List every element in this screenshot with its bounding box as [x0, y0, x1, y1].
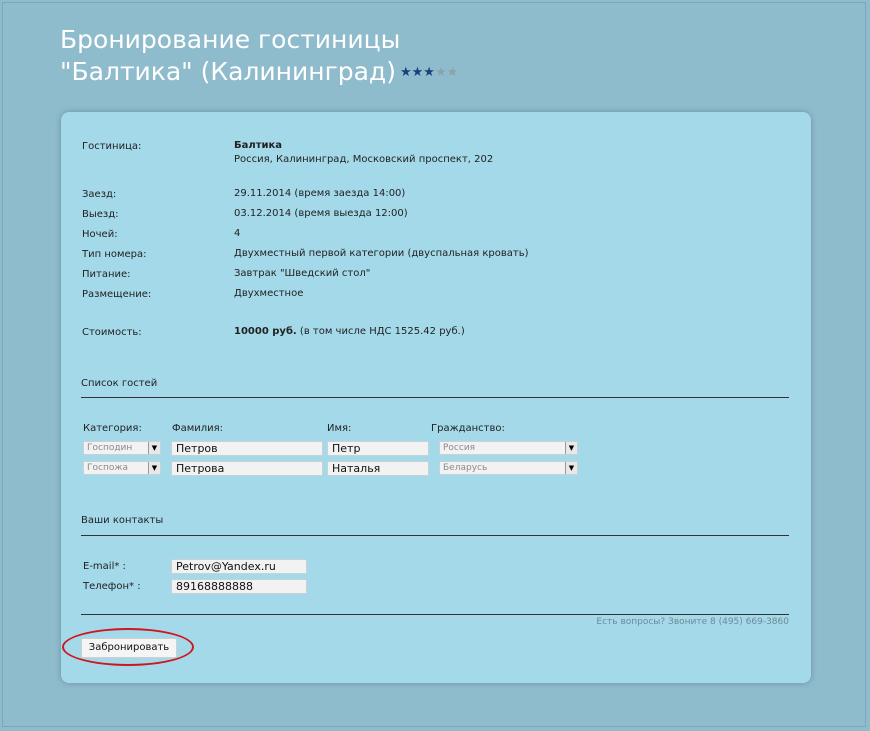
- star-icon: ★: [434, 65, 447, 80]
- meal-value: Завтрак "Шведский стол": [234, 268, 371, 279]
- guest-1-name-input[interactable]: Петр: [327, 441, 429, 456]
- phone-label: Телефон* :: [83, 581, 141, 592]
- dropdown-arrow-icon: ▼: [565, 442, 577, 454]
- guest-1-category-select[interactable]: Господин ▼: [83, 441, 161, 455]
- guest-1-surname-input[interactable]: Петров: [171, 441, 323, 456]
- checkout-value: 03.12.2014 (время выезда 12:00): [234, 208, 408, 219]
- room-label: Тип номера:: [82, 249, 147, 260]
- dropdown-arrow-icon: ▼: [148, 462, 160, 474]
- hotel-address: Россия, Калининград, Московский проспект…: [234, 154, 494, 165]
- placement-label: Размещение:: [82, 289, 152, 300]
- guest-2-name-input[interactable]: Наталья: [327, 461, 429, 476]
- guest-1-citizenship-select[interactable]: Россия ▼: [439, 441, 578, 455]
- email-input[interactable]: Petrov@Yandex.ru: [171, 559, 307, 574]
- phone-input[interactable]: 89168888888: [171, 579, 307, 594]
- footer-divider: [81, 614, 789, 615]
- guest-col-category: Категория:: [83, 423, 142, 434]
- guest-2-surname-input[interactable]: Петрова: [171, 461, 323, 476]
- star-icon: ★: [446, 65, 459, 80]
- guest-col-name: Имя:: [327, 423, 352, 434]
- price-note: (в том числе НДС 1525.42 руб.): [299, 326, 465, 337]
- hotel-rating: ★★★★★: [400, 65, 458, 80]
- meal-label: Питание:: [82, 269, 131, 280]
- price-amount: 10000 руб.: [234, 326, 297, 337]
- book-button[interactable]: Забронировать: [81, 638, 177, 658]
- page-title-line-1: Бронирование гостиницы: [60, 25, 401, 54]
- contacts-section-title: Ваши контакты: [81, 515, 164, 526]
- nights-value: 4: [234, 228, 241, 239]
- guest-2-category-select[interactable]: Госпожа ▼: [83, 461, 161, 475]
- guest-col-citizenship: Гражданство:: [431, 423, 505, 434]
- price-label: Стоимость:: [82, 327, 142, 338]
- dropdown-arrow-icon: ▼: [565, 462, 577, 474]
- checkin-value: 29.11.2014 (время заезда 14:00): [234, 188, 406, 199]
- guests-section-title: Список гостей: [81, 378, 158, 389]
- guest-col-surname: Фамилия:: [172, 423, 224, 434]
- star-icon: ★: [423, 65, 435, 80]
- hotel-name: Балтика: [234, 140, 283, 151]
- page-title: Бронирование гостиницы "Балтика" (Калини…: [60, 24, 458, 89]
- placement-value: Двухместное: [234, 288, 304, 299]
- nights-label: Ночей:: [82, 229, 118, 240]
- room-value: Двухместный первой категории (двуспальна…: [234, 248, 529, 259]
- star-icon: ★: [411, 65, 424, 80]
- hotel-label: Гостиница:: [82, 141, 142, 152]
- price-value: 10000 руб. (в том числе НДС 1525.42 руб.…: [234, 326, 465, 337]
- page-title-line-2: "Балтика" (Калининград) ★★★★★: [60, 56, 458, 89]
- checkout-label: Выезд:: [82, 209, 119, 220]
- email-label: E-mail* :: [83, 561, 126, 572]
- dropdown-arrow-icon: ▼: [148, 442, 160, 454]
- contacts-divider: [81, 535, 789, 536]
- booking-panel: Гостиница: Балтика Россия, Калининград, …: [61, 112, 811, 683]
- checkin-label: Заезд:: [82, 189, 117, 200]
- guests-divider: [81, 397, 789, 398]
- star-icon: ★: [399, 65, 412, 80]
- contact-hint: Есть вопросы? Звоните 8 (495) 669-3860: [596, 617, 789, 627]
- guest-2-citizenship-select[interactable]: Беларусь ▼: [439, 461, 578, 475]
- hotel-title: "Балтика" (Калининград): [60, 57, 396, 86]
